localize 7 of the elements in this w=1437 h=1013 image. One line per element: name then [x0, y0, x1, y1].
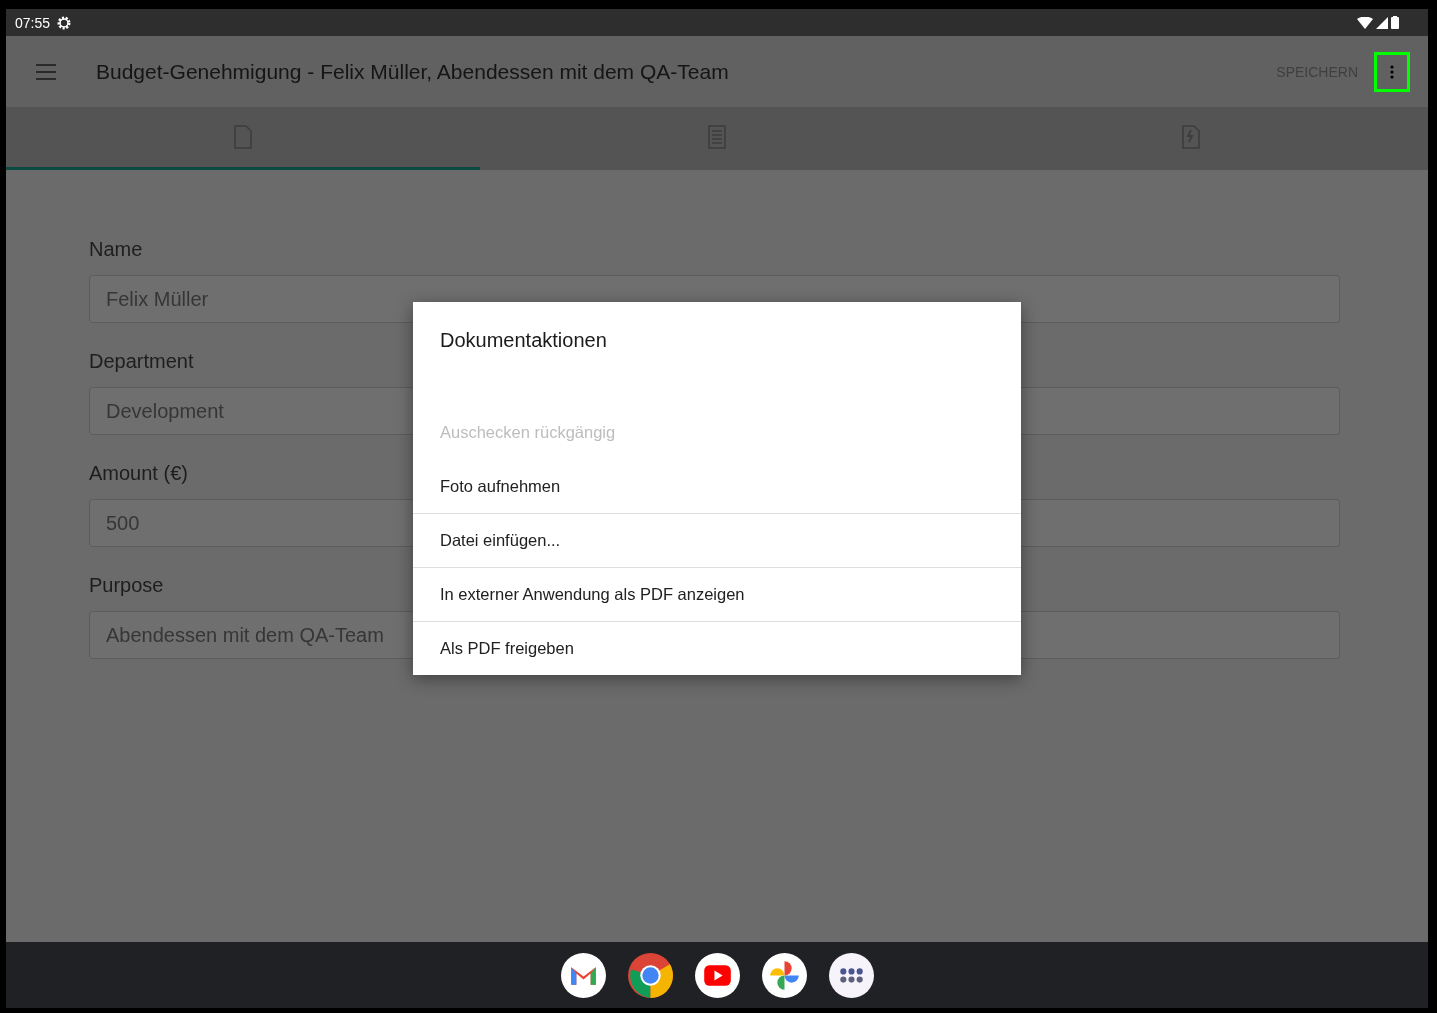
dialog-title: Dokumentaktionen: [439, 328, 608, 353]
field-label: Department: [89, 349, 194, 374]
field-label: Purpose: [89, 573, 164, 598]
status-time: 07:55: [15, 14, 51, 31]
screen-title: Budget-Genehmigung - Felix Müller, Abendessen mit dem QA-Team: [96, 59, 729, 84]
field-label: Name: [89, 237, 143, 262]
field-label: Amount (€): [89, 461, 188, 486]
